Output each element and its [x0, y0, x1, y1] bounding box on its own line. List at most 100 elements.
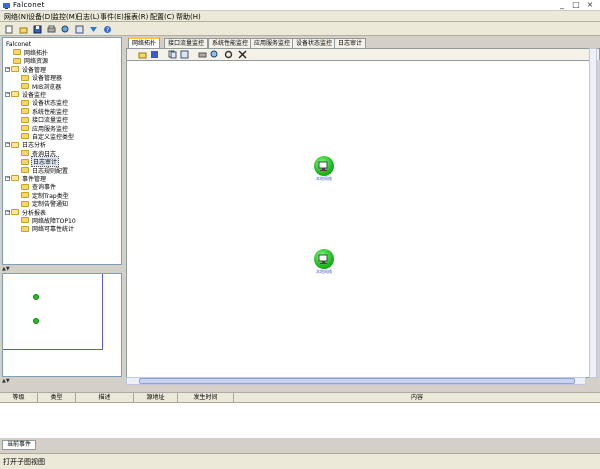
- open-icon[interactable]: [18, 24, 28, 34]
- topology-node[interactable]: 本地网络: [309, 249, 339, 275]
- mini-node-icon: [33, 294, 39, 300]
- folder-icon: [21, 167, 29, 173]
- menu-config[interactable]: 配置(C): [150, 12, 174, 22]
- tree-item[interactable]: 设备状态监控: [21, 99, 69, 107]
- tree-item[interactable]: MIB浏览器: [21, 82, 62, 91]
- close-button[interactable]: ×: [584, 0, 596, 10]
- splitter-up-icon[interactable]: ▲▼: [2, 266, 10, 272]
- node-label: 本地网络: [316, 269, 332, 274]
- menu-log[interactable]: 日志(L): [76, 12, 99, 22]
- folder-icon: [11, 91, 19, 98]
- tree-item[interactable]: 定制Trap类型: [21, 191, 70, 200]
- menu-report[interactable]: 报表(R): [124, 12, 148, 22]
- zoom-icon[interactable]: [209, 49, 219, 59]
- column-header-source[interactable]: 源地址: [134, 393, 178, 403]
- minimize-button[interactable]: _: [556, 0, 568, 10]
- close-icon[interactable]: [237, 49, 247, 59]
- tree-expander-icon[interactable]: −: [5, 142, 10, 148]
- new-icon[interactable]: [4, 24, 14, 34]
- column-header-level[interactable]: 等级: [0, 393, 38, 403]
- network-node-icon: [314, 249, 334, 269]
- tab-interface-traffic[interactable]: 接口流量监控: [164, 38, 209, 48]
- tab-app-service[interactable]: 应用服务监控: [250, 38, 295, 48]
- tree-item[interactable]: − 设备管理: [5, 65, 47, 74]
- tree-expander-icon[interactable]: −: [5, 91, 10, 97]
- tree-item[interactable]: 设备管理器: [21, 74, 63, 82]
- folder-icon: [11, 141, 19, 148]
- folder-icon: [11, 209, 19, 215]
- folder-icon: [21, 150, 29, 157]
- tree-item[interactable]: 系统性能监控: [21, 107, 69, 116]
- copy-icon[interactable]: [167, 49, 177, 59]
- refresh-icon[interactable]: [74, 24, 84, 34]
- menu-device[interactable]: 设备(D): [28, 12, 53, 22]
- tab-current-events[interactable]: 当前事件: [2, 440, 36, 450]
- overview-panel: [2, 273, 122, 377]
- tree-item[interactable]: 日志规则配置: [21, 166, 69, 175]
- events-table: 等级 类型 描述 源地址 发生时间 内容: [0, 392, 600, 438]
- window-title: Falconet: [13, 1, 45, 9]
- menu-bar: 网络(N) 设备(D) 监控(M) 日志(L) 事件(E) 报表(R) 配置(C…: [0, 11, 600, 22]
- vertical-scrollbar[interactable]: [589, 48, 597, 378]
- tab-device-status[interactable]: 设备状态监控: [292, 38, 337, 48]
- column-header-content[interactable]: 内容: [234, 393, 600, 403]
- topology-node[interactable]: 本地网络: [309, 156, 339, 182]
- title-bar: Falconet _ □ ×: [0, 0, 600, 11]
- topology-canvas[interactable]: 本地网络 本地网络: [126, 60, 596, 378]
- main-toolbar: ?: [0, 22, 600, 36]
- tree-item[interactable]: 日志审计: [21, 156, 60, 168]
- help-icon[interactable]: ?: [102, 24, 112, 34]
- tree-item[interactable]: 定制告警通知: [21, 200, 69, 208]
- tree-item[interactable]: 接口流量监控: [21, 116, 69, 124]
- save-icon[interactable]: [32, 24, 42, 34]
- tree-expander-icon[interactable]: −: [5, 66, 10, 72]
- maximize-button[interactable]: □: [570, 0, 582, 10]
- folder-icon: [11, 66, 19, 73]
- settings-icon[interactable]: [223, 49, 233, 59]
- network-node-icon: [314, 156, 334, 176]
- horizontal-scroll-thumb[interactable]: [139, 378, 575, 384]
- tree-expander-icon[interactable]: −: [5, 209, 10, 215]
- tree-item[interactable]: Falconet: [5, 40, 32, 48]
- navigation-tree: Falconet 网络拓扑 网络资源 − 设备管理 设备管理器 MIB浏览器 − 设备监控 设备状…: [2, 37, 122, 265]
- tab-topology[interactable]: 网络拓扑: [128, 37, 161, 48]
- preview-icon[interactable]: [60, 24, 70, 34]
- tree-expander-icon[interactable]: −: [5, 175, 10, 181]
- folder-icon: [21, 99, 29, 106]
- tree-item[interactable]: 自定义监控类型: [21, 132, 75, 141]
- tab-log-audit[interactable]: 日志审计: [334, 38, 367, 48]
- column-header-type[interactable]: 类型: [38, 393, 76, 403]
- tree-item[interactable]: − 日志分析: [5, 141, 47, 149]
- folder-icon: [21, 225, 29, 232]
- canvas-toolbar: [126, 48, 600, 60]
- tree-item[interactable]: 网络故障TOP10: [21, 216, 77, 225]
- folder-icon[interactable]: [137, 49, 147, 59]
- tree-item[interactable]: 应用服务监控: [21, 124, 69, 133]
- menu-help[interactable]: 帮助(H): [176, 12, 201, 22]
- menu-monitor[interactable]: 监控(M): [52, 12, 78, 22]
- tree-item[interactable]: 查询事件: [21, 183, 57, 191]
- print-icon[interactable]: [46, 24, 56, 34]
- folder-icon: [21, 217, 29, 224]
- overview-viewport[interactable]: [3, 274, 103, 350]
- column-header-description[interactable]: 描述: [76, 393, 134, 403]
- menu-network[interactable]: 网络(N): [4, 12, 29, 22]
- tree-item[interactable]: − 分析报表: [5, 208, 47, 217]
- events-table-header: 等级 类型 描述 源地址 发生时间 内容: [0, 393, 600, 403]
- paste-icon[interactable]: [179, 49, 189, 59]
- folder-icon: [11, 175, 19, 182]
- tree-item[interactable]: 网络拓扑: [13, 48, 49, 57]
- menu-event[interactable]: 事件(E): [100, 12, 124, 22]
- horizontal-scrollbar[interactable]: [126, 377, 586, 385]
- status-text: 打开子图视图: [3, 458, 45, 466]
- column-header-time[interactable]: 发生时间: [178, 393, 234, 403]
- save-icon[interactable]: [149, 49, 159, 59]
- tree-item[interactable]: − 设备监控: [5, 90, 47, 99]
- down-icon[interactable]: [88, 24, 98, 34]
- tree-item[interactable]: − 事件管理: [5, 174, 47, 183]
- print-icon[interactable]: [197, 49, 207, 59]
- tree-item[interactable]: 网络资源: [13, 57, 49, 65]
- tree-item[interactable]: 网络可靠性统计: [21, 225, 75, 233]
- tab-system-performance[interactable]: 系统性能监控: [208, 38, 253, 48]
- splitter-down-icon[interactable]: ▲▼: [2, 378, 10, 384]
